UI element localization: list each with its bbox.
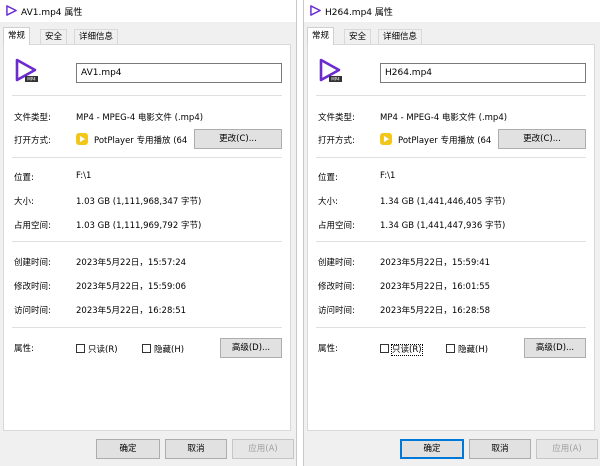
title-bar: H264.mp4 属性 (304, 0, 600, 22)
file-type-label: 文件类型: (318, 113, 355, 123)
checkbox-box[interactable] (446, 344, 455, 353)
general-panel: MP4 AV1.mp4 文件类型: MP4 - MPEG-4 电影文件 (.mp… (3, 44, 291, 431)
video-file-icon: MP4 (319, 58, 342, 82)
window-title: AV1.mp4 属性 (21, 8, 83, 18)
accessed-value: 2023年5月22日，16:28:51 (76, 306, 187, 316)
potplayer-icon (380, 133, 392, 145)
potplayer-icon (76, 133, 88, 145)
file-type-value: MP4 - MPEG-4 电影文件 (.mp4) (380, 113, 508, 123)
checkbox-box[interactable] (142, 344, 151, 353)
size-on-disk-value: 1.34 GB (1,441,447,936 字节) (380, 221, 506, 231)
cancel-button[interactable]: 取消 (469, 439, 531, 459)
accessed-label: 访问时间: (14, 306, 51, 316)
divider (316, 327, 586, 328)
created-label: 创建时间: (14, 258, 51, 268)
tab-general[interactable]: 常规 (3, 27, 31, 45)
video-file-icon (310, 5, 321, 16)
readonly-checkbox[interactable]: 只读(R) (380, 343, 423, 356)
accessed-label: 访问时间: (318, 306, 355, 316)
divider (12, 95, 282, 96)
apply-button[interactable]: 应用(A) (536, 439, 598, 459)
advanced-button[interactable]: 高级(D)... (220, 338, 282, 358)
size-on-disk-label: 占用空间: (14, 221, 51, 231)
open-with-label: 打开方式: (318, 136, 355, 146)
accessed-value: 2023年5月22日，16:28:58 (380, 306, 491, 316)
general-panel: MP4 H264.mp4 文件类型: MP4 - MPEG-4 电影文件 (.m… (307, 44, 595, 431)
created-value: 2023年5月22日，15:59:41 (380, 258, 491, 268)
size-label: 大小: (318, 197, 338, 207)
ok-button[interactable]: 确定 (96, 439, 160, 459)
title-bar: AV1.mp4 属性 (0, 0, 296, 22)
file-type-label: 文件类型: (14, 113, 51, 123)
checkbox-box[interactable] (380, 344, 389, 353)
tab-details[interactable]: 详细信息 (74, 29, 119, 44)
hidden-label: 隐藏(H) (458, 345, 489, 355)
size-on-disk-value: 1.03 GB (1,111,969,792 字节) (76, 221, 202, 231)
video-file-icon (6, 5, 17, 16)
svg-text:MP4: MP4 (331, 77, 340, 82)
modified-label: 修改时间: (318, 282, 355, 292)
divider (316, 157, 586, 158)
size-label: 大小: (14, 197, 34, 207)
attributes-label: 属性: (318, 344, 338, 354)
cancel-button[interactable]: 取消 (165, 439, 227, 459)
tab-bar: 常规 安全 详细信息 (307, 27, 600, 45)
svg-text:MP4: MP4 (27, 77, 36, 82)
open-with-label: 打开方式: (14, 136, 51, 146)
apply-button[interactable]: 应用(A) (232, 439, 294, 459)
file-name-input[interactable]: H264.mp4 (380, 63, 586, 83)
created-value: 2023年5月22日，15:57:24 (76, 258, 187, 268)
ok-button[interactable]: 确定 (400, 439, 464, 459)
checkbox-box[interactable] (76, 344, 85, 353)
divider (12, 327, 282, 328)
readonly-label: 只读(R) (88, 345, 118, 355)
video-file-icon: MP4 (15, 58, 38, 82)
window-title: H264.mp4 属性 (325, 8, 393, 18)
tab-general[interactable]: 常规 (307, 27, 335, 45)
modified-label: 修改时间: (14, 282, 51, 292)
size-value: 1.03 GB (1,111,968,347 字节) (76, 197, 202, 207)
file-type-value: MP4 - MPEG-4 电影文件 (.mp4) (76, 113, 204, 123)
tab-security[interactable]: 安全 (40, 29, 68, 44)
size-on-disk-label: 占用空间: (318, 221, 355, 231)
divider (316, 241, 586, 242)
tab-security[interactable]: 安全 (344, 29, 372, 44)
hidden-label: 隐藏(H) (154, 345, 185, 355)
readonly-label: 只读(R) (391, 344, 423, 356)
location-value: F:\1 (380, 171, 396, 181)
location-value: F:\1 (76, 171, 92, 181)
advanced-button[interactable]: 高级(D)... (524, 338, 586, 358)
attributes-label: 属性: (14, 344, 34, 354)
open-with-app: PotPlayer 专用播放 (64 (398, 136, 492, 146)
properties-dialog-av1: AV1.mp4 属性 常规 安全 详细信息 MP4 AV1.mp4 文件类型: … (0, 0, 297, 466)
change-button[interactable]: 更改(C)... (194, 129, 282, 149)
created-label: 创建时间: (318, 258, 355, 268)
change-button[interactable]: 更改(C)... (498, 129, 586, 149)
tab-bar: 常规 安全 详细信息 (3, 27, 296, 45)
hidden-checkbox[interactable]: 隐藏(H) (142, 343, 184, 355)
open-with-app: PotPlayer 专用播放 (64 (94, 136, 188, 146)
readonly-checkbox[interactable]: 只读(R) (76, 343, 118, 355)
divider (316, 95, 586, 96)
size-value: 1.34 GB (1,441,446,405 字节) (380, 197, 506, 207)
file-name-input[interactable]: AV1.mp4 (76, 63, 282, 83)
divider (12, 241, 282, 242)
divider (12, 157, 282, 158)
modified-value: 2023年5月22日，16:01:55 (380, 282, 491, 292)
modified-value: 2023年5月22日，15:59:06 (76, 282, 187, 292)
location-label: 位置: (318, 173, 338, 183)
hidden-checkbox[interactable]: 隐藏(H) (446, 343, 488, 355)
properties-dialog-h264: H264.mp4 属性 常规 安全 详细信息 MP4 H264.mp4 文件类型… (303, 0, 600, 466)
tab-details[interactable]: 详细信息 (378, 29, 423, 44)
location-label: 位置: (14, 173, 34, 183)
